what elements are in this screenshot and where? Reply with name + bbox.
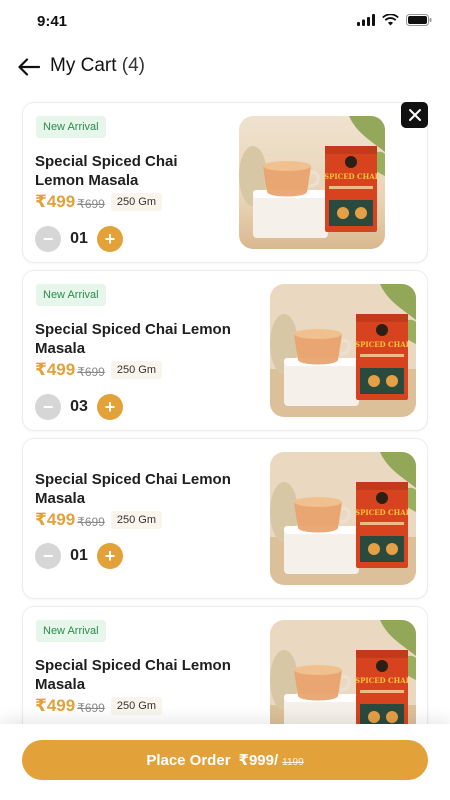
product-weight: 250 Gm xyxy=(110,511,162,529)
price-row: ₹499 ₹699 250 Gm xyxy=(35,192,162,212)
pack-label: SPICED CHAI xyxy=(355,340,409,349)
page-title: My Cart (4) xyxy=(50,55,145,77)
pack-label: SPICED CHAI xyxy=(355,676,409,685)
product-name: Special Spiced Chai Lemon Masala xyxy=(35,471,231,507)
status-icons xyxy=(357,14,432,26)
product-mrp: ₹699 xyxy=(77,700,105,715)
decrease-quantity-button[interactable]: − xyxy=(35,394,61,420)
product-mrp: ₹699 xyxy=(77,196,105,211)
new-arrival-badge: New Arrival xyxy=(36,116,106,138)
product-weight: 250 Gm xyxy=(110,697,162,715)
cart-item-card: New Arrival Special Spiced Chai Lemon Ma… xyxy=(22,102,428,263)
product-mrp: ₹699 xyxy=(77,514,105,529)
product-weight: 250 Gm xyxy=(110,193,162,211)
decrease-quantity-button[interactable]: − xyxy=(35,543,61,569)
status-time: 9:41 xyxy=(37,13,68,30)
quantity-value: 01 xyxy=(70,230,88,247)
pack-label: SPICED CHAI xyxy=(324,172,378,181)
product-mrp: ₹699 xyxy=(77,364,105,379)
quantity-stepper: − 03 + xyxy=(35,394,123,420)
signal-icon xyxy=(357,14,375,26)
product-name: Special Spiced Chai Lemon Masala xyxy=(35,153,178,189)
product-name: Special Spiced Chai Lemon Masala xyxy=(35,657,231,693)
product-image: SPICED CHAI xyxy=(270,452,416,585)
increase-quantity-button[interactable]: + xyxy=(97,543,123,569)
place-order-label: Place Order xyxy=(146,751,231,769)
wifi-icon xyxy=(382,14,399,26)
price-row: ₹499 ₹699 250 Gm xyxy=(35,696,162,716)
arrow-left-icon xyxy=(18,58,40,76)
checkout-footer: Place Order ₹999/ 1199 xyxy=(0,724,450,800)
quantity-value: 03 xyxy=(70,398,88,415)
product-image: SPICED CHAI xyxy=(270,284,416,417)
product-name: Special Spiced Chai Lemon Masala xyxy=(35,321,231,357)
product-price: ₹499 xyxy=(35,696,76,715)
product-weight: 250 Gm xyxy=(110,361,162,379)
cart-item-card: New Arrival Special Spiced Chai Lemon Ma… xyxy=(22,270,428,431)
new-arrival-badge: New Arrival xyxy=(36,620,106,642)
order-old-total: 1199 xyxy=(282,756,304,768)
battery-icon xyxy=(406,14,432,26)
order-total: ₹999/ xyxy=(238,752,279,769)
price-row: ₹499 ₹699 250 Gm xyxy=(35,510,162,530)
decrease-quantity-button[interactable]: − xyxy=(35,226,61,252)
pack-label: SPICED CHAI xyxy=(355,508,409,517)
quantity-stepper: − 01 + xyxy=(35,543,123,569)
back-button[interactable] xyxy=(14,54,44,80)
page-title-text: My Cart xyxy=(50,55,117,76)
close-icon xyxy=(408,109,421,121)
price-row: ₹499 ₹699 250 Gm xyxy=(35,360,162,380)
increase-quantity-button[interactable]: + xyxy=(97,226,123,252)
product-price: ₹499 xyxy=(35,360,76,379)
new-arrival-badge: New Arrival xyxy=(36,284,106,306)
cart-item-card: Special Spiced Chai Lemon Masala ₹499 ₹6… xyxy=(22,438,428,599)
cart-count: (4) xyxy=(121,55,146,76)
product-price: ₹499 xyxy=(35,192,76,211)
status-bar: 9:41 xyxy=(0,0,450,44)
product-price: ₹499 xyxy=(35,510,76,529)
quantity-stepper: − 01 + xyxy=(35,226,123,252)
place-order-button[interactable]: Place Order ₹999/ 1199 xyxy=(22,740,428,780)
product-image: SPICED CHAI xyxy=(239,116,385,249)
remove-item-button[interactable] xyxy=(401,102,428,128)
header: My Cart (4) xyxy=(0,50,450,84)
quantity-value: 01 xyxy=(70,547,88,564)
increase-quantity-button[interactable]: + xyxy=(97,394,123,420)
